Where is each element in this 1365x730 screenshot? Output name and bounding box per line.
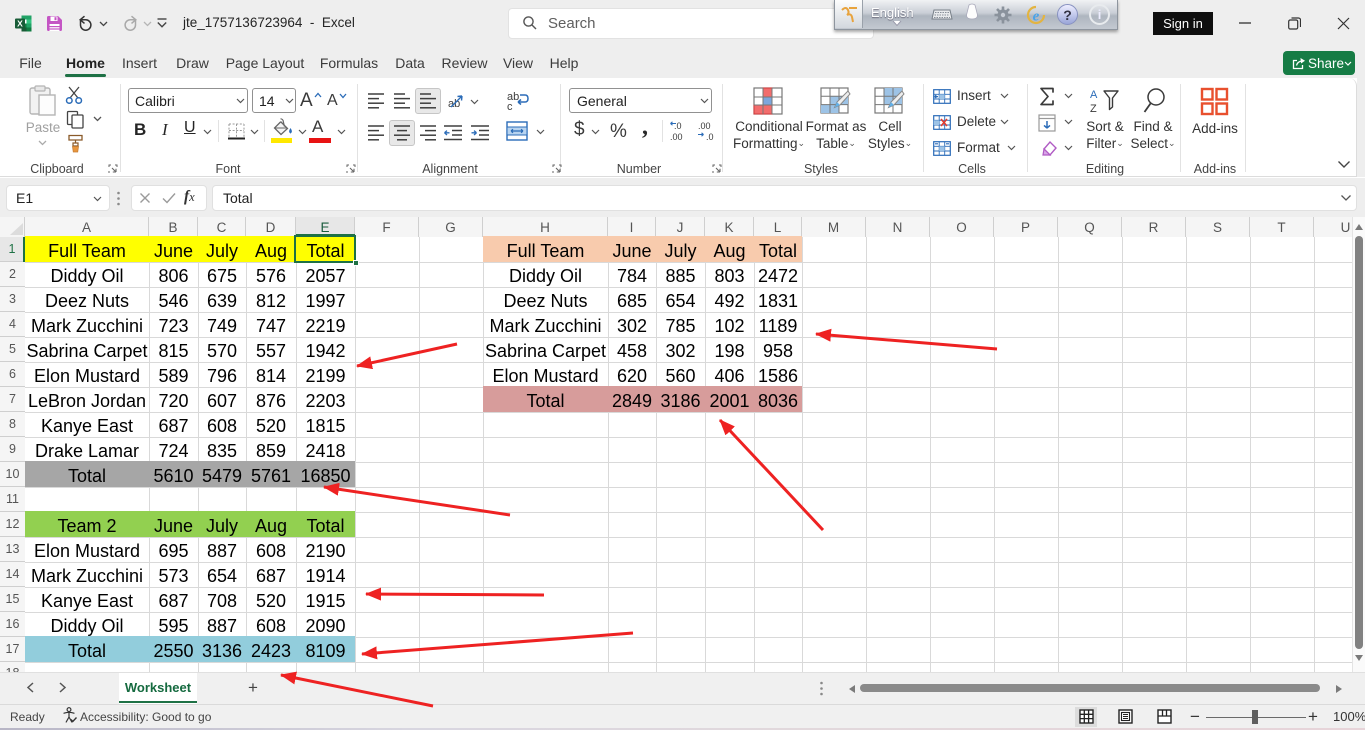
svg-text:X: X [17,18,23,28]
svg-text:.0: .0 [674,121,682,131]
svg-text:Z: Z [1090,103,1097,115]
svg-text:e: e [1033,9,1040,25]
svg-text:.00: .00 [698,121,711,131]
svg-text:.00: .00 [670,132,683,142]
svg-text:c: c [507,101,513,112]
svg-text:A: A [1090,89,1098,101]
svg-text:.0: .0 [706,132,714,142]
